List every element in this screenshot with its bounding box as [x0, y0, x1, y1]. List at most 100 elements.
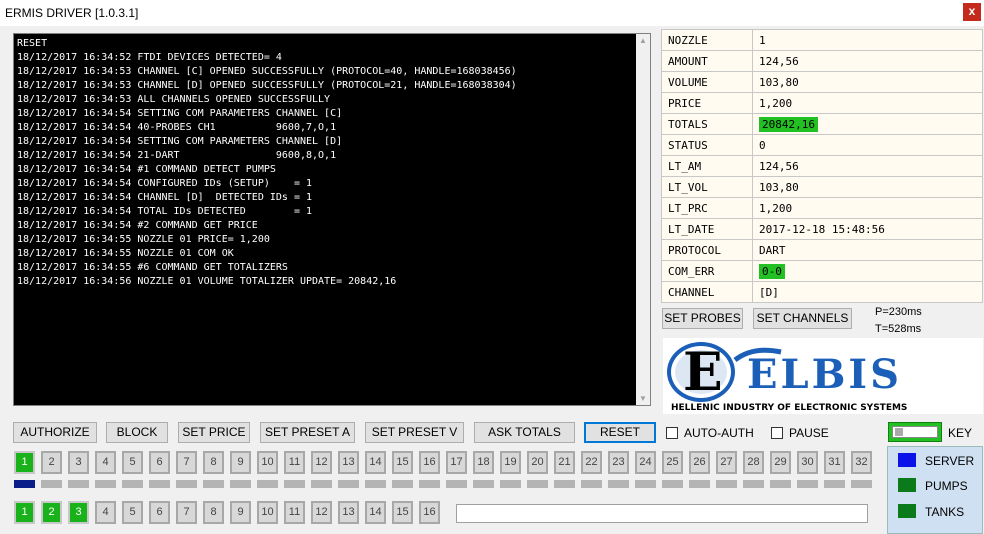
set-preset-a-button[interactable]: SET PRESET A	[260, 422, 355, 443]
pump-indicator-21	[554, 480, 575, 488]
scroll-up-icon[interactable]: ▲	[639, 36, 647, 45]
tank-button-8[interactable]: 8	[203, 501, 224, 524]
title-bar: ERMIS DRIVER [1.0.3.1] x	[0, 0, 984, 26]
set-probes-button[interactable]: SET PROBES	[662, 308, 743, 329]
set-channels-button[interactable]: SET CHANNELS	[753, 308, 852, 329]
pump-button-18[interactable]: 18	[473, 451, 494, 474]
info-value-cell: 0-0	[752, 260, 983, 282]
pump-indicator-30	[797, 480, 818, 488]
pump-button-17[interactable]: 17	[446, 451, 467, 474]
log-line: 18/12/2017 16:34:56 NOZZLE 01 VOLUME TOT…	[17, 276, 397, 287]
pump-button-30[interactable]: 30	[797, 451, 818, 474]
pump-button-25[interactable]: 25	[662, 451, 683, 474]
info-row-totals: TOTALS 20842,16	[661, 113, 983, 135]
pump-button-23[interactable]: 23	[608, 451, 629, 474]
log-line: 18/12/2017 16:34:54 SETTING COM PARAMETE…	[17, 136, 343, 147]
key-toggle-knob[interactable]	[895, 428, 903, 436]
pump-button-11[interactable]: 11	[284, 451, 305, 474]
pump-button-10[interactable]: 10	[257, 451, 278, 474]
pump-button-19[interactable]: 19	[500, 451, 521, 474]
pump-indicator-20	[527, 480, 548, 488]
pump-button-3[interactable]: 3	[68, 451, 89, 474]
pump-button-7[interactable]: 7	[176, 451, 197, 474]
pump-button-5[interactable]: 5	[122, 451, 143, 474]
tank-button-3[interactable]: 3	[68, 501, 89, 524]
pump-button-2[interactable]: 2	[41, 451, 62, 474]
tank-button-9[interactable]: 9	[230, 501, 251, 524]
pause-checkbox[interactable]: PAUSE	[771, 426, 829, 440]
pump-button-20[interactable]: 20	[527, 451, 548, 474]
pump-button-14[interactable]: 14	[365, 451, 386, 474]
info-key: AMOUNT	[661, 50, 753, 72]
pump-button-8[interactable]: 8	[203, 451, 224, 474]
pump-button-31[interactable]: 31	[824, 451, 845, 474]
pump-indicator-28	[743, 480, 764, 488]
pump-button-6[interactable]: 6	[149, 451, 170, 474]
ask-totals-button[interactable]: ASK TOTALS	[474, 422, 575, 443]
log-lines: RESET 18/12/2017 16:34:52 FTDI DEVICES DE…	[17, 37, 517, 289]
info-value-cell: 1,200	[752, 92, 983, 114]
status-field[interactable]	[456, 504, 868, 523]
pump-button-15[interactable]: 15	[392, 451, 413, 474]
log-line: 18/12/2017 16:34:55 #6 COMMAND GET TOTAL…	[17, 262, 288, 273]
info-value-cell: 103,80	[752, 176, 983, 198]
tank-button-16[interactable]: 16	[419, 501, 440, 524]
pump-button-26[interactable]: 26	[689, 451, 710, 474]
log-line: 18/12/2017 16:34:54 SETTING COM PARAMETE…	[17, 108, 343, 119]
key-toggle[interactable]	[888, 422, 942, 442]
info-key: STATUS	[661, 134, 753, 156]
pump-button-29[interactable]: 29	[770, 451, 791, 474]
tank-button-1[interactable]: 1	[14, 501, 35, 524]
info-value-cell: 124,56	[752, 50, 983, 72]
tank-button-12[interactable]: 12	[311, 501, 332, 524]
log-line: 18/12/2017 16:34:54 CHANNEL [D] DETECTED…	[17, 192, 313, 203]
tank-button-14[interactable]: 14	[365, 501, 386, 524]
info-key: LT_DATE	[661, 218, 753, 240]
tank-button-2[interactable]: 2	[41, 501, 62, 524]
pump-button-4[interactable]: 4	[95, 451, 116, 474]
pump-button-13[interactable]: 13	[338, 451, 359, 474]
auto-auth-checkbox-box[interactable]	[666, 427, 678, 439]
scroll-down-icon[interactable]: ▼	[639, 394, 647, 403]
pump-button-21[interactable]: 21	[554, 451, 575, 474]
pump-button-24[interactable]: 24	[635, 451, 656, 474]
log-scrollbar[interactable]: ▲ ▼	[636, 34, 650, 405]
pump-button-32[interactable]: 32	[851, 451, 872, 474]
key-toggle-track	[892, 426, 938, 438]
tank-button-5[interactable]: 5	[122, 501, 143, 524]
log-line: 18/12/2017 16:34:54 CONFIGURED IDs (SETU…	[17, 178, 313, 189]
tank-button-4[interactable]: 4	[95, 501, 116, 524]
pump-button-9[interactable]: 9	[230, 451, 251, 474]
pump-indicator-11	[284, 480, 305, 488]
tank-button-7[interactable]: 7	[176, 501, 197, 524]
tank-button-10[interactable]: 10	[257, 501, 278, 524]
info-row-protocol: PROTOCOL DART	[661, 239, 983, 261]
authorize-button[interactable]: AUTHORIZE	[13, 422, 97, 443]
info-value-cell: 0	[752, 134, 983, 156]
reset-button[interactable]: RESET	[584, 422, 656, 443]
log-console[interactable]: RESET 18/12/2017 16:34:52 FTDI DEVICES DE…	[13, 33, 651, 406]
info-value-cell: DART	[752, 239, 983, 261]
svg-text:ELBIS: ELBIS	[747, 351, 902, 398]
tank-button-11[interactable]: 11	[284, 501, 305, 524]
tank-button-6[interactable]: 6	[149, 501, 170, 524]
tank-button-15[interactable]: 15	[392, 501, 413, 524]
pump-indicator-32	[851, 480, 872, 488]
log-line: 18/12/2017 16:34:52 FTDI DEVICES DETECTE…	[17, 52, 282, 63]
set-price-button[interactable]: SET PRICE	[178, 422, 250, 443]
log-line: 18/12/2017 16:34:55 NOZZLE 01 PRICE= 1,2…	[17, 234, 270, 245]
set-preset-v-button[interactable]: SET PRESET V	[365, 422, 464, 443]
pump-button-12[interactable]: 12	[311, 451, 332, 474]
pump-button-27[interactable]: 27	[716, 451, 737, 474]
pump-button-28[interactable]: 28	[743, 451, 764, 474]
pump-button-16[interactable]: 16	[419, 451, 440, 474]
block-button[interactable]: BLOCK	[106, 422, 168, 443]
pump-button-1[interactable]: 1	[14, 451, 35, 474]
pump-indicator-12	[311, 480, 332, 488]
close-button[interactable]: x	[963, 3, 981, 21]
tank-button-13[interactable]: 13	[338, 501, 359, 524]
pump-button-22[interactable]: 22	[581, 451, 602, 474]
pause-checkbox-box[interactable]	[771, 427, 783, 439]
auto-auth-checkbox[interactable]: AUTO-AUTH	[666, 426, 754, 440]
elbis-logo-graphic: E ELBIS HELLENIC INDUSTRY OF ELECTRONIC …	[667, 342, 907, 413]
